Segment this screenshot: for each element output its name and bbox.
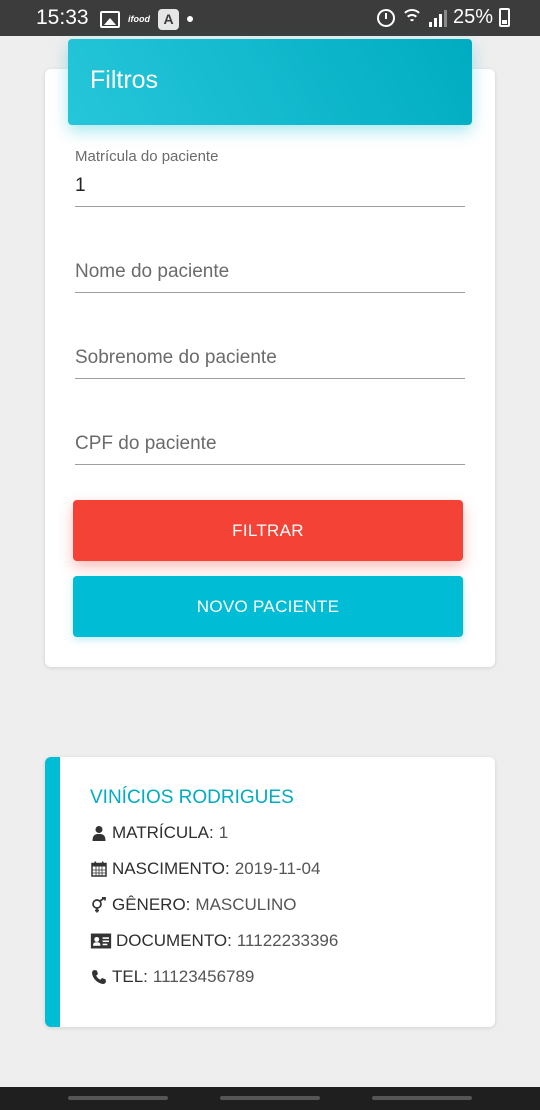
first-name-underline: [75, 292, 465, 293]
birth-row-value: 2019-11-04: [234, 859, 321, 878]
first-name-input[interactable]: Nome do paciente: [75, 261, 229, 283]
gender-row: GÊNERO: MASCULINO: [90, 895, 296, 915]
calendar-icon: [91, 861, 107, 877]
birth-row-label: NASCIMENTO:: [112, 859, 230, 878]
back-nav-button[interactable]: [372, 1096, 472, 1100]
registration-underline: [75, 206, 465, 207]
last-name-field[interactable]: Sobrenome do paciente: [75, 345, 465, 380]
wifi-icon: [400, 8, 423, 27]
filter-title: Filtros: [90, 66, 159, 94]
more-notifications-icon: [187, 16, 193, 22]
cpf-input[interactable]: CPF do paciente: [75, 433, 217, 455]
gallery-icon: [100, 10, 120, 28]
last-name-input[interactable]: Sobrenome do paciente: [75, 347, 277, 369]
user-icon: [92, 826, 106, 841]
cpf-underline: [75, 464, 465, 465]
recents-nav-button[interactable]: [68, 1096, 168, 1100]
first-name-field[interactable]: Nome do paciente: [75, 260, 465, 295]
battery-percent: 25%: [452, 6, 493, 28]
registration-field[interactable]: Matrícula do paciente 1: [75, 148, 465, 208]
phone-row: TEL: 11123456789: [90, 967, 254, 987]
phone-icon: [92, 970, 106, 984]
signal-icon: [428, 9, 447, 27]
patient-card[interactable]: VINÍCIOS RODRIGUES MATRÍCULA: 1 NASCIMEN…: [45, 757, 495, 1027]
patient-card-accent: [45, 757, 60, 1027]
registration-label: Matrícula do paciente: [75, 148, 219, 165]
status-time: 15:33: [36, 6, 89, 29]
id-card-icon: [90, 933, 112, 949]
filter-header: Filtros: [68, 39, 472, 125]
notification-icons: ifood A: [100, 8, 193, 30]
home-nav-button[interactable]: [220, 1096, 320, 1100]
gender-icon: [92, 897, 106, 913]
ifood-icon: ifood: [128, 14, 150, 24]
alarm-icon: [376, 8, 395, 27]
registration-input[interactable]: 1: [75, 175, 86, 197]
phone-row-label: TEL:: [112, 967, 148, 986]
document-row-label: DOCUMENTO:: [116, 931, 232, 950]
battery-icon: [499, 8, 510, 27]
registration-row-label: MATRÍCULA:: [112, 823, 214, 842]
phone-row-value: 11123456789: [152, 967, 255, 986]
system-icons: 25%: [376, 6, 510, 29]
gender-row-value: MASCULINO: [195, 895, 297, 914]
document-row-value: 11122233396: [236, 931, 339, 950]
last-name-underline: [75, 378, 465, 379]
cpf-field[interactable]: CPF do paciente: [75, 431, 465, 466]
filter-button[interactable]: FILTRAR: [73, 500, 463, 561]
new-patient-button[interactable]: NOVO PACIENTE: [73, 576, 463, 637]
registration-row: MATRÍCULA: 1: [90, 823, 228, 843]
registration-row-value: 1: [218, 823, 229, 842]
document-row: DOCUMENTO: 11122233396: [90, 931, 338, 951]
gender-row-label: GÊNERO:: [112, 895, 191, 914]
navigation-bar: [0, 1087, 540, 1110]
app-notification-icon: A: [158, 8, 179, 30]
status-bar: 15:33 ifood A 25%: [0, 0, 540, 36]
birth-row: NASCIMENTO: 2019-11-04: [90, 859, 320, 879]
patient-name: VINÍCIOS RODRIGUES: [90, 787, 294, 808]
